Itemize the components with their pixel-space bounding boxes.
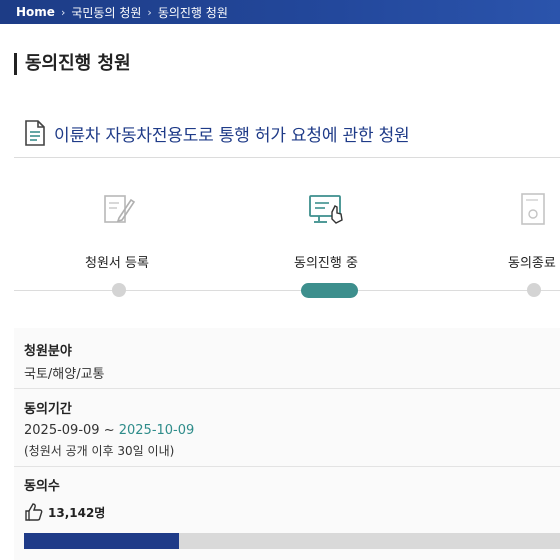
count-label: 동의수: [24, 479, 60, 494]
page-title: 동의진행 청원: [14, 53, 131, 75]
certificate-icon: [521, 193, 545, 225]
step-register: [99, 190, 139, 234]
field-value: 국토/해양/교통: [24, 367, 105, 382]
breadcrumb-petition-link[interactable]: 국민동의 청원: [71, 4, 141, 21]
thumbs-up-icon: [25, 503, 43, 521]
divider: [14, 157, 560, 158]
period-end: 2025-10-09: [118, 423, 195, 438]
petition-info-panel: 청원분야 국토/해양/교통 동의기간 2025-09-09 ~ 2025-10-…: [14, 328, 560, 560]
progress-line: [14, 290, 560, 291]
period-label: 동의기간: [24, 402, 72, 417]
step-label-register: 청원서 등록: [85, 256, 149, 271]
period-start: 2025-09-09: [24, 423, 100, 438]
agree-count: 13,142명: [24, 502, 105, 522]
step-dot-closed: [527, 283, 541, 297]
step-label-closed: 동의종료: [508, 256, 556, 271]
step-dot-register: [112, 283, 126, 297]
breadcrumb: Home › 국민동의 청원 › 동의진행 청원: [0, 0, 560, 24]
document-icon: [25, 120, 45, 146]
pen-document-icon: [104, 195, 136, 223]
period-note: (청원서 공개 이후 30일 이내): [24, 444, 175, 458]
agree-progress-fill: [24, 533, 180, 549]
info-row-period: 동의기간 2025-09-09 ~ 2025-10-09 (청원서 공개 이후 …: [14, 389, 560, 467]
step-label-in-progress: 동의진행 중: [294, 256, 358, 271]
agree-progress-bar: [24, 533, 560, 549]
count-value: 13,142명: [48, 505, 106, 520]
signing-monitor-icon: [309, 195, 343, 224]
breadcrumb-current[interactable]: 동의진행 청원: [158, 4, 228, 21]
period-dates: 2025-09-09 ~ 2025-10-09: [24, 423, 194, 438]
field-label: 청원분야: [24, 344, 72, 359]
step-indicator-active: [301, 283, 358, 298]
petition-title: 이륜차 자동차전용도로 통행 허가 요청에 관한 청원: [54, 125, 410, 146]
info-row-field: 청원분야 국토/해양/교통: [14, 328, 560, 389]
step-in-progress: [307, 190, 347, 234]
period-separator: ~: [99, 423, 119, 438]
breadcrumb-home-link[interactable]: Home: [16, 5, 55, 19]
step-closed: [514, 190, 554, 234]
chevron-right-icon: ›: [60, 5, 66, 19]
petition-title-row: 이륜차 자동차전용도로 통행 허가 요청에 관한 청원: [24, 118, 410, 148]
chevron-right-icon: ›: [147, 5, 152, 19]
